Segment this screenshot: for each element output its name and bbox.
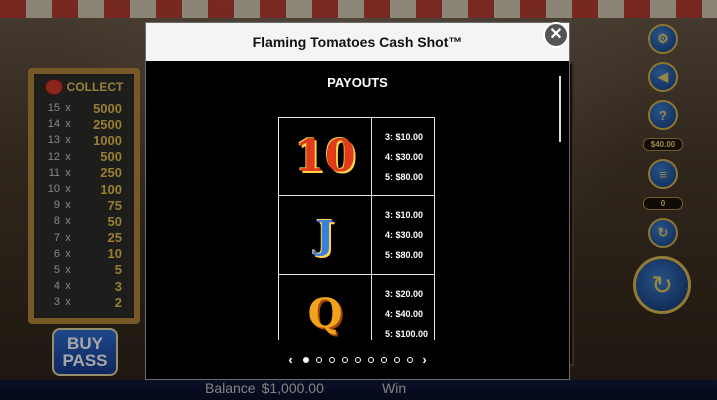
payout-4: 4: $30.00 — [385, 230, 424, 240]
payout-4: 4: $40.00 — [385, 309, 424, 319]
payout-values: 3: $20.00 4: $40.00 5: $100.00 — [372, 275, 435, 340]
symbol-10: 10 — [294, 130, 356, 182]
payout-row: 10 3: $10.00 4: $30.00 5: $80.00 — [278, 117, 435, 196]
chevron-right-icon[interactable]: › — [420, 352, 430, 367]
page-dot[interactable] — [393, 356, 400, 363]
page-dot[interactable] — [341, 356, 348, 363]
page-dot[interactable] — [354, 356, 361, 363]
payouts-modal: Flaming Tomatoes Cash Shot™ ✕ PAYOUTS 10… — [145, 22, 570, 380]
symbol-j: J — [316, 212, 334, 257]
payout-5: 5: $80.00 — [385, 250, 424, 260]
symbol-cell: 10 — [278, 118, 372, 195]
symbol-cell: J — [278, 196, 372, 274]
symbol-q: Q — [307, 290, 343, 337]
modal-header: Flaming Tomatoes Cash Shot™ — [146, 23, 569, 61]
section-title: PAYOUTS — [327, 75, 388, 90]
page-dot[interactable] — [367, 356, 374, 363]
page-dot[interactable] — [380, 356, 387, 363]
page-dot[interactable] — [406, 356, 413, 363]
payout-row: J 3: $10.00 4: $30.00 5: $80.00 — [278, 196, 435, 275]
close-icon: ✕ — [549, 26, 563, 43]
close-button[interactable]: ✕ — [543, 22, 569, 48]
chevron-left-icon[interactable]: ‹ — [286, 352, 296, 367]
page-dot[interactable] — [302, 356, 309, 363]
payout-4: 4: $30.00 — [385, 151, 424, 162]
payout-row: Q 3: $20.00 4: $40.00 5: $100.00 — [278, 275, 435, 340]
modal-title: Flaming Tomatoes Cash Shot™ — [252, 34, 463, 50]
page-dot[interactable] — [328, 356, 335, 363]
payout-5: 5: $100.00 — [385, 329, 429, 339]
payout-values: 3: $10.00 4: $30.00 5: $80.00 — [372, 118, 435, 195]
scrollbar[interactable] — [559, 76, 561, 142]
page-navigator: ‹ › — [146, 352, 569, 367]
payout-5: 5: $80.00 — [385, 171, 424, 182]
payout-values: 3: $10.00 4: $30.00 5: $80.00 — [372, 196, 435, 274]
payout-3: 3: $10.00 — [385, 210, 424, 220]
payout-table: 10 3: $10.00 4: $30.00 5: $80.00 J 3: $1… — [278, 117, 435, 340]
page-dots — [302, 356, 413, 363]
payout-3: 3: $10.00 — [385, 131, 424, 142]
symbol-cell: Q — [278, 275, 372, 340]
payout-3: 3: $20.00 — [385, 289, 424, 299]
page-dot[interactable] — [315, 356, 322, 363]
